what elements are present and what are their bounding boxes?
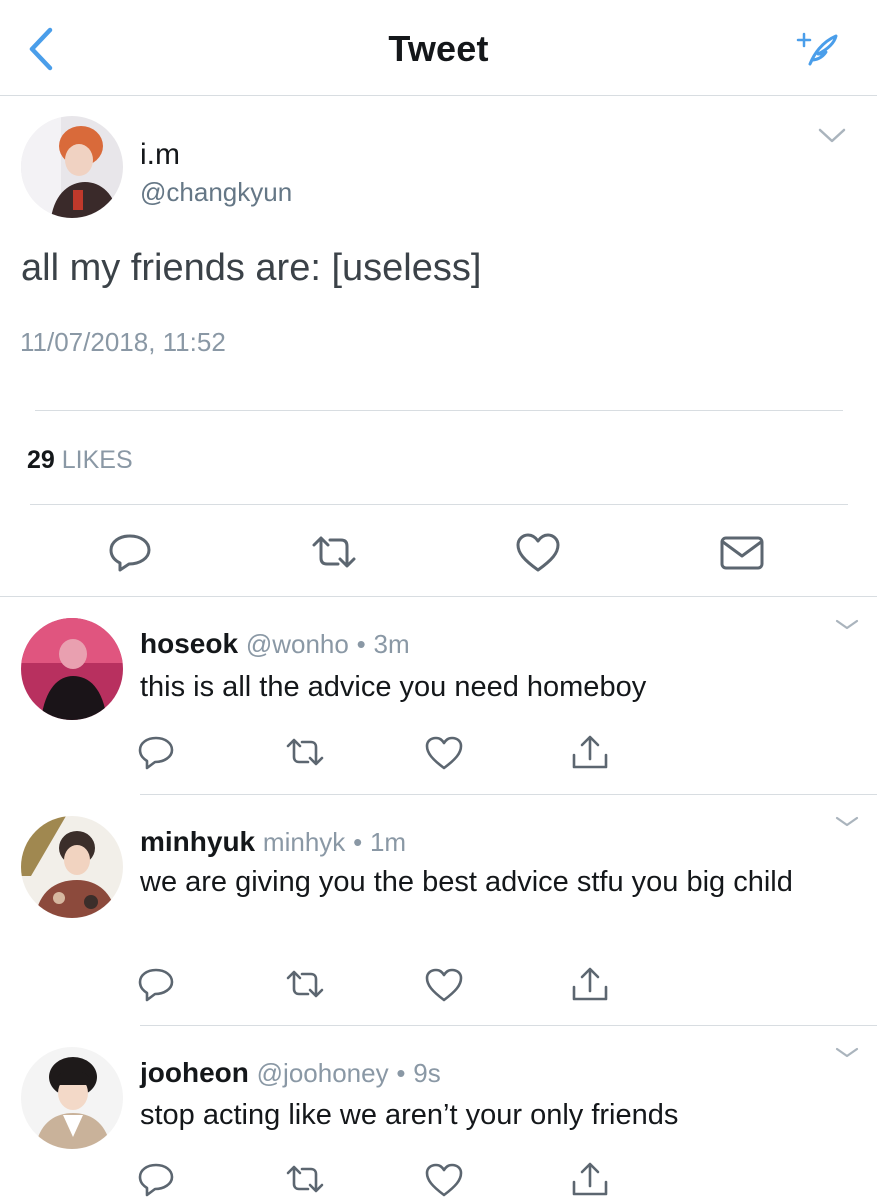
reply-text: stop acting like we aren’t your only fri… [140, 1099, 679, 1131]
like-button[interactable] [424, 733, 464, 773]
heart-icon [516, 533, 560, 572]
heart-icon [425, 736, 463, 770]
heart-icon [425, 968, 463, 1002]
reply-button[interactable] [136, 733, 176, 773]
reply-icon [138, 968, 174, 1002]
chevron-down-icon [835, 619, 859, 630]
retweet-icon [312, 536, 356, 568]
envelope-icon [720, 536, 764, 570]
reply-divider [140, 794, 877, 795]
reply-author-name[interactable]: hoseok [140, 628, 238, 659]
share-icon [572, 1162, 608, 1196]
reply-icon [109, 534, 151, 572]
avatar[interactable] [21, 116, 123, 218]
retweet-icon [286, 970, 324, 998]
reply-button[interactable] [136, 965, 176, 1005]
reply-icon [138, 736, 174, 770]
likes-number: 29 [27, 446, 55, 474]
reply-author-name[interactable]: jooheon [140, 1057, 249, 1088]
retweet-icon [286, 1165, 324, 1193]
avatar[interactable] [21, 618, 123, 720]
reply-button[interactable] [136, 1160, 176, 1200]
like-button[interactable] [514, 530, 562, 574]
reply-divider [140, 1025, 877, 1026]
reply-time: 9s [413, 1058, 441, 1088]
reply-options-button[interactable] [834, 814, 860, 830]
reply-author-handle[interactable]: minhyk [263, 827, 345, 857]
reply-author-handle[interactable]: @joohoney [257, 1058, 389, 1088]
compose-sparkle-icon [796, 32, 838, 66]
retweet-button[interactable] [310, 530, 358, 574]
reply-time: 3m [373, 629, 410, 659]
tweet-options-button[interactable] [817, 126, 847, 146]
retweet-icon [286, 738, 324, 766]
reply-options-button[interactable] [834, 617, 860, 633]
chevron-down-icon [835, 816, 859, 827]
compose-button[interactable] [796, 30, 840, 70]
reply-text: this is all the advice you need homeboy [140, 671, 647, 703]
direct-message-button[interactable] [718, 530, 766, 574]
author-name[interactable]: i.m [140, 138, 180, 172]
retweet-button[interactable] [285, 1160, 325, 1200]
top-navigation-bar: Tweet [0, 0, 877, 96]
separator-dot: • [356, 629, 366, 659]
retweet-button[interactable] [285, 733, 325, 773]
section-divider [0, 596, 877, 597]
share-icon [572, 967, 608, 1001]
reply-header: jooheon @joohoney • 9s [140, 1057, 441, 1089]
likes-count[interactable]: 29 LIKES [27, 446, 133, 475]
tweet-timestamp: 11/07/2018, 11:52 [20, 327, 226, 357]
separator-dot: • [353, 827, 363, 857]
chevron-down-icon [818, 128, 846, 143]
divider [30, 504, 848, 505]
reply-button[interactable] [106, 530, 154, 574]
divider [35, 410, 843, 411]
share-button[interactable] [570, 1160, 610, 1200]
heart-icon [425, 1163, 463, 1197]
likes-label: LIKES [61, 446, 133, 474]
reply-author-name[interactable]: minhyuk [140, 826, 255, 857]
author-handle[interactable]: @changkyun [140, 177, 292, 208]
page-title: Tweet [388, 28, 489, 69]
reply-header: minhyuk minhyk • 1m [140, 826, 406, 858]
share-icon [572, 735, 608, 769]
reply-header: hoseok @wonho • 3m [140, 628, 410, 660]
avatar[interactable] [21, 816, 123, 918]
reply-author-handle[interactable]: @wonho [246, 629, 349, 659]
separator-dot: • [396, 1058, 406, 1088]
reply-time: 1m [369, 827, 407, 857]
avatar[interactable] [21, 1047, 123, 1149]
like-button[interactable] [424, 965, 464, 1005]
share-button[interactable] [570, 965, 610, 1005]
tweet-text: all my friends are: [useless] [21, 247, 482, 289]
chevron-down-icon [835, 1047, 859, 1058]
reply-icon [138, 1163, 174, 1197]
share-button[interactable] [570, 733, 610, 773]
like-button[interactable] [424, 1160, 464, 1200]
retweet-button[interactable] [285, 965, 325, 1005]
reply-text: we are giving you the best advice stfu y… [140, 866, 793, 898]
reply-options-button[interactable] [834, 1045, 860, 1061]
